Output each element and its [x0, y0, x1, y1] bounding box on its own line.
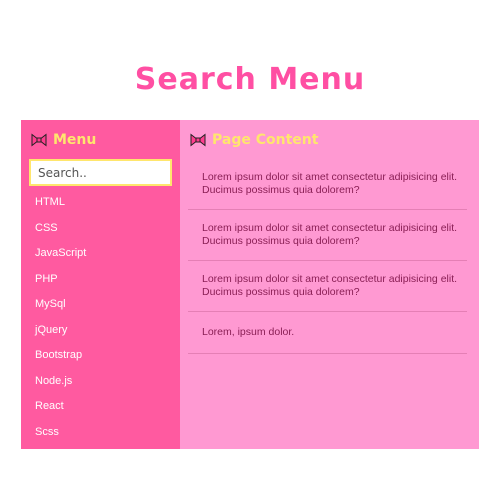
menu-list: HTML CSS JavaScript PHP MySql jQuery Boo… [29, 190, 172, 445]
content-item: Lorem, ipsum dolor. [188, 312, 467, 354]
menu-item-javascript[interactable]: JavaScript [29, 241, 172, 267]
content-item: Lorem ipsum dolor sit amet consectetur a… [188, 210, 467, 261]
main-content: Page Content Lorem ipsum dolor sit amet … [180, 120, 479, 449]
ribbon-icon [190, 132, 206, 147]
sidebar-heading: Menu [31, 130, 172, 149]
menu-item-css[interactable]: CSS [29, 216, 172, 242]
app-container: Menu HTML CSS JavaScript PHP MySql jQuer… [21, 120, 479, 449]
main-heading-label: Page Content [212, 131, 319, 148]
menu-item-php[interactable]: PHP [29, 267, 172, 293]
page-title: Search Menu [134, 62, 366, 97]
search-input[interactable] [29, 159, 172, 186]
menu-item-bootstrap[interactable]: Bootstrap [29, 343, 172, 369]
main-heading: Page Content [190, 130, 467, 149]
content-item: Lorem ipsum dolor sit amet consectetur a… [188, 159, 467, 210]
sidebar: Menu HTML CSS JavaScript PHP MySql jQuer… [21, 120, 180, 449]
ribbon-icon [31, 132, 47, 147]
content-list: Lorem ipsum dolor sit amet consectetur a… [188, 159, 467, 354]
menu-item-react[interactable]: React [29, 394, 172, 420]
menu-item-scss[interactable]: Scss [29, 420, 172, 446]
content-item: Lorem ipsum dolor sit amet consectetur a… [188, 261, 467, 312]
menu-item-nodejs[interactable]: Node.js [29, 369, 172, 395]
sidebar-heading-label: Menu [53, 131, 97, 148]
menu-item-jquery[interactable]: jQuery [29, 318, 172, 344]
menu-item-mysql[interactable]: MySql [29, 292, 172, 318]
menu-item-html[interactable]: HTML [29, 190, 172, 216]
